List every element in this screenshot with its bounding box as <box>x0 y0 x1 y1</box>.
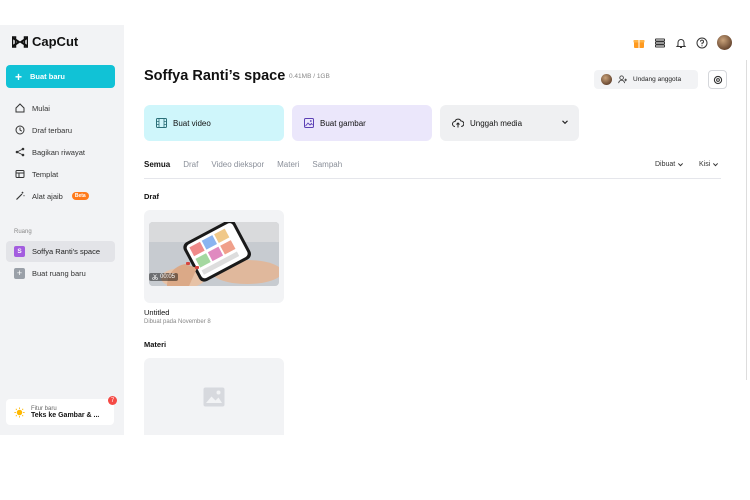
sidebar-item-label: Mulai <box>32 103 50 113</box>
gear-icon <box>713 75 722 84</box>
plus-icon: + <box>14 268 25 279</box>
invite-members-button[interactable]: Undang anggota <box>594 70 698 89</box>
share-icon <box>15 147 25 157</box>
draft-card[interactable]: 00:05 <box>144 210 284 303</box>
sidebar-item-home[interactable]: Mulai <box>6 97 116 119</box>
sort-created-label: Dibuat <box>655 161 676 168</box>
gift-icon[interactable] <box>633 37 645 49</box>
scrollbar[interactable] <box>746 60 750 380</box>
sidebar-item-recent-drafts[interactable]: Draf terbaru <box>6 119 116 141</box>
plus-icon: + <box>15 69 23 84</box>
image-placeholder-icon <box>203 387 225 406</box>
capcut-logo-icon <box>12 35 28 48</box>
add-user-icon <box>618 75 627 84</box>
top-toolbar <box>633 35 732 50</box>
home-icon <box>15 103 25 113</box>
tab-all[interactable]: Semua <box>144 160 170 169</box>
storage-usage: 0.41MB / 1GB <box>289 73 330 80</box>
space-settings-button[interactable] <box>708 70 727 89</box>
material-card[interactable] <box>144 358 284 435</box>
template-icon <box>15 170 25 178</box>
draft-name[interactable]: Untitled <box>144 308 169 317</box>
image-icon <box>304 118 314 128</box>
scissors-icon <box>152 274 158 280</box>
tab-materials[interactable]: Materi <box>277 160 299 169</box>
sidebar-item-label: Templat <box>32 169 59 179</box>
page-title: Soffya Ranti’s space <box>144 68 286 84</box>
sidebar-item-label: Draf terbaru <box>32 125 73 135</box>
stack-icon[interactable] <box>654 37 666 49</box>
bell-icon[interactable] <box>675 37 687 49</box>
magic-wand-icon <box>16 191 25 200</box>
create-video-label: Buat video <box>173 118 211 128</box>
sidebar-item-label: Alat ajaib <box>32 191 63 201</box>
create-new-label: Buat baru <box>30 72 66 81</box>
new-feature-text: Fitur baru Teks ke Gambar & ... <box>31 406 99 419</box>
upload-media-label: Unggah media <box>470 118 523 128</box>
materials-section-heading: Materi <box>144 340 167 349</box>
create-space-button[interactable]: + Buat ruang baru <box>6 263 115 284</box>
sort-created-dropdown[interactable]: Dibuat <box>655 161 684 168</box>
chevron-down-icon <box>713 163 719 167</box>
logo[interactable]: CapCut <box>12 34 78 49</box>
member-avatar <box>601 74 612 85</box>
tab-drafts[interactable]: Draf <box>183 160 198 169</box>
sidebar-item-share-history[interactable]: Bagikan riwayat <box>6 141 116 163</box>
create-space-label: Buat ruang baru <box>32 269 86 278</box>
sidebar-nav: Mulai Draf terbaru Bagikan riwayat Templ… <box>6 97 116 207</box>
view-mode-label: Kisi <box>699 161 711 168</box>
view-mode-dropdown[interactable]: Kisi <box>699 161 719 168</box>
create-new-button[interactable]: + Buat baru <box>6 65 115 88</box>
chevron-down-icon <box>678 163 684 167</box>
create-image-card[interactable]: Buat gambar <box>292 105 432 141</box>
sidebar-item-templates[interactable]: Templat <box>6 163 116 185</box>
beta-badge: Beta <box>71 192 89 200</box>
user-avatar[interactable] <box>717 35 732 50</box>
spaces-section-label: Ruang <box>14 229 32 235</box>
sidebar-item-space[interactable]: S Soffya Ranti's space <box>6 241 115 262</box>
upload-media-card[interactable]: Unggah media <box>440 105 579 141</box>
help-icon[interactable] <box>696 37 708 49</box>
film-icon <box>156 118 167 128</box>
content-tabs: Semua Draf Video diekspor Materi Sampah <box>144 160 342 169</box>
cloud-upload-icon <box>452 118 464 128</box>
space-name: Soffya Ranti's space <box>32 247 100 256</box>
clock-icon <box>15 125 25 135</box>
new-feature-card[interactable]: Fitur baru Teks ke Gambar & ... <box>6 399 114 425</box>
new-feature-title: Teks ke Gambar & ... <box>31 411 100 419</box>
draft-duration: 00:05 <box>149 273 179 281</box>
sidebar: CapCut + Buat baru Mulai Draf terbaru Ba… <box>0 25 124 435</box>
sun-icon <box>14 406 25 418</box>
capcut-app: CapCut + Buat baru Mulai Draf terbaru Ba… <box>0 25 750 435</box>
draft-created-date: Dibuat pada November 8 <box>144 319 211 325</box>
chevron-down-icon[interactable] <box>561 118 569 126</box>
logo-text: CapCut <box>32 34 79 49</box>
tab-trash[interactable]: Sampah <box>312 160 342 169</box>
create-video-card[interactable]: Buat video <box>144 105 284 141</box>
draft-duration-text: 00:05 <box>160 274 176 280</box>
tab-exported-videos[interactable]: Video diekspor <box>211 160 264 169</box>
space-badge: S <box>14 246 25 257</box>
invite-members-label: Undang anggota <box>633 76 682 83</box>
create-image-label: Buat gambar <box>320 118 366 128</box>
sidebar-item-magic-tools[interactable]: Alat ajaib Beta <box>6 185 116 207</box>
main-content: Soffya Ranti’s space 0.41MB / 1GB Undang… <box>124 25 750 435</box>
sidebar-item-label: Bagikan riwayat <box>32 147 85 157</box>
notification-count-badge: 7 <box>108 396 117 405</box>
tabs-divider <box>144 178 721 179</box>
drafts-section-heading: Draf <box>144 192 160 201</box>
